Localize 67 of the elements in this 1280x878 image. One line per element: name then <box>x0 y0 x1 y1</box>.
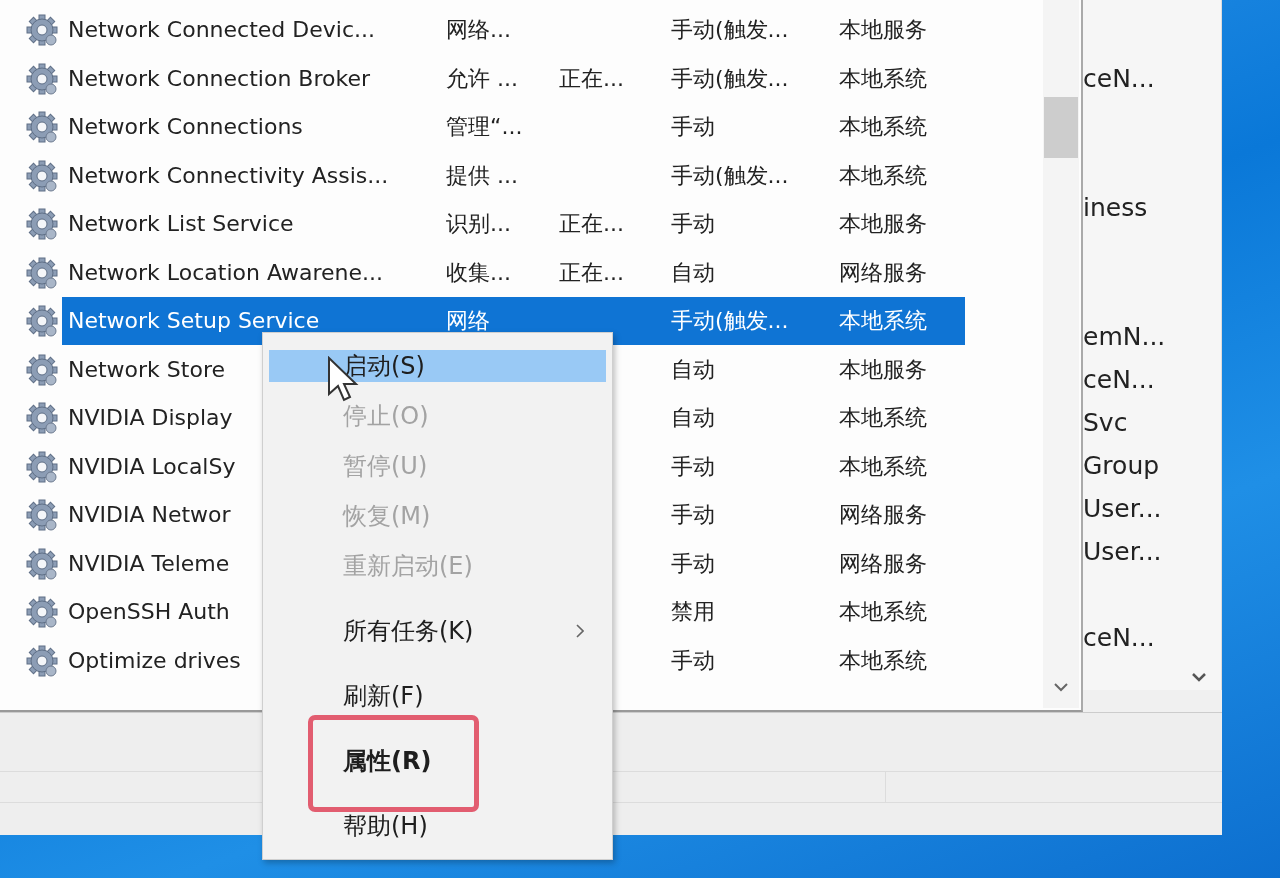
startup-type: 手动 <box>671 212 715 237</box>
service-name[interactable]: Network Connection Broker <box>68 66 370 91</box>
logon-account: 本地系统 <box>839 115 927 140</box>
menu-item[interactable]: 帮助(H) <box>269 810 606 842</box>
service-description: 允许 ... <box>446 66 518 91</box>
service-name[interactable]: NVIDIA Display <box>68 406 233 431</box>
logon-account: 本地服务 <box>839 357 927 382</box>
service-name-fragment: ceN... <box>1083 364 1156 396</box>
service-description: 网络... <box>446 18 511 43</box>
logon-account: 本地系统 <box>839 66 927 91</box>
logon-account: 本地系统 <box>839 406 927 431</box>
service-name-fragment: ceN... <box>1083 622 1156 654</box>
service-name-fragment: Svc <box>1083 407 1129 439</box>
service-name[interactable]: Network Store <box>68 357 225 382</box>
service-name[interactable]: OpenSSH Auth <box>68 600 230 625</box>
startup-type: 手动(触发... <box>671 18 789 43</box>
service-description: 管理“... <box>446 115 523 140</box>
startup-type: 手动 <box>671 503 715 528</box>
service-name-fragment: User... <box>1083 493 1163 525</box>
service-name-fragment: ceN... <box>1083 63 1156 95</box>
service-status: 正在... <box>559 260 624 285</box>
startup-type: 手动(触发... <box>671 163 789 188</box>
logon-account: 本地服务 <box>839 18 927 43</box>
service-name[interactable]: NVIDIA LocalSy <box>68 454 236 479</box>
logon-account: 网络服务 <box>839 503 927 528</box>
startup-type: 自动 <box>671 357 715 382</box>
service-name[interactable]: NVIDIA Teleme <box>68 551 230 576</box>
service-description: 提供 ... <box>446 163 518 188</box>
startup-type: 禁用 <box>671 600 715 625</box>
service-status: 正在... <box>559 66 624 91</box>
service-name[interactable]: Network Connectivity Assis... <box>68 163 389 188</box>
logon-account: 本地系统 <box>839 309 927 334</box>
logon-account: 本地系统 <box>839 648 927 673</box>
service-name-fragment: User... <box>1083 536 1163 568</box>
service-name-fragment: emN... <box>1083 321 1167 353</box>
menu-item[interactable]: 启动(S) <box>269 350 606 382</box>
service-name[interactable]: Network Connections <box>68 115 303 140</box>
startup-type: 手动(触发... <box>671 66 789 91</box>
service-name[interactable]: Network Setup Service <box>68 309 320 334</box>
service-status: 正在... <box>559 212 624 237</box>
service-name[interactable]: NVIDIA Networ <box>68 503 231 528</box>
startup-type: 手动 <box>671 551 715 576</box>
service-description: 收集... <box>446 260 511 285</box>
logon-account: 本地系统 <box>839 454 927 479</box>
startup-type: 手动 <box>671 115 715 140</box>
service-name-fragment: iness <box>1083 192 1149 224</box>
service-name-fragment: Group <box>1083 450 1161 482</box>
service-name[interactable]: Optimize drives <box>68 648 241 673</box>
selected-row-highlight[interactable]: Network Setup Service 网络 手动(触发... 本地系统 <box>62 297 965 346</box>
menu-item[interactable]: 属性(R) <box>269 745 606 777</box>
logon-account: 本地系统 <box>839 163 927 188</box>
service-name[interactable]: Network Location Awarene... <box>68 260 384 285</box>
logon-account: 网络服务 <box>839 260 927 285</box>
service-description: 网络 <box>446 309 490 334</box>
menu-item[interactable]: 所有任务(K) <box>269 615 606 647</box>
startup-type: 手动 <box>671 454 715 479</box>
service-name[interactable]: Network Connected Devic... <box>68 18 375 43</box>
startup-type: 手动 <box>671 648 715 673</box>
startup-type: 自动 <box>671 260 715 285</box>
menu-item[interactable]: 刷新(F) <box>269 680 606 712</box>
logon-account: 本地系统 <box>839 600 927 625</box>
service-description: 识别... <box>446 212 511 237</box>
logon-account: 网络服务 <box>839 551 927 576</box>
startup-type: 手动(触发... <box>671 309 789 334</box>
logon-account: 本地服务 <box>839 212 927 237</box>
service-name[interactable]: Network List Service <box>68 212 294 237</box>
startup-type: 自动 <box>671 406 715 431</box>
